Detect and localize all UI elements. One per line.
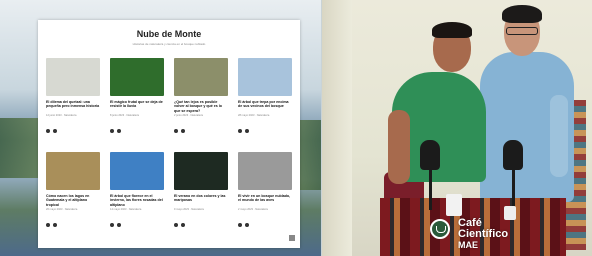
comment-icon[interactable] — [53, 223, 57, 227]
article-thumbnail[interactable] — [46, 152, 100, 190]
hosts-photo — [322, 0, 592, 256]
article-thumbnail[interactable] — [46, 58, 100, 96]
article-card[interactable]: Cómo nacen los lagos en Guatemala y el a… — [46, 152, 100, 227]
article-title[interactable]: El árbol que florece en el invierno, las… — [110, 194, 164, 207]
share-icon[interactable] — [174, 223, 178, 227]
share-icon[interactable] — [110, 223, 114, 227]
article-card[interactable]: El árbol que florece en el invierno, las… — [110, 152, 164, 227]
article-thumbnail[interactable] — [238, 58, 292, 96]
article-title[interactable]: El mágico frutal que se deja de resistir… — [110, 100, 164, 113]
article-card[interactable]: El vivir en un bosque nublado, el mundo … — [238, 152, 292, 227]
article-title[interactable]: ¿Qué tan lejos es posible volver al bosq… — [174, 100, 228, 113]
article-card[interactable]: ¿Qué tan lejos es posible volver al bosq… — [174, 58, 228, 133]
comment-icon[interactable] — [245, 223, 249, 227]
website-screenshot: Nube de Monte Historias de naturaleza y … — [38, 20, 300, 248]
coffee-cup-logo-icon — [430, 219, 450, 239]
article-thumbnail[interactable] — [174, 58, 228, 96]
article-thumbnail[interactable] — [110, 152, 164, 190]
share-icon[interactable] — [110, 129, 114, 133]
glasses — [506, 27, 538, 35]
microphone-left — [420, 140, 440, 170]
article-card[interactable]: El verano en dos colores y las mariposas… — [174, 152, 228, 227]
site-subtitle: Historias de naturaleza y ciencia en el … — [132, 42, 206, 46]
cup — [446, 194, 462, 216]
comment-icon[interactable] — [117, 223, 121, 227]
article-thumbnail[interactable] — [174, 152, 228, 190]
share-icon[interactable] — [238, 223, 242, 227]
microphone-right — [503, 140, 523, 170]
article-thumbnail[interactable] — [110, 58, 164, 96]
site-title: Nube de Monte — [136, 29, 202, 39]
article-card[interactable]: El dilema del quetzal: una pequeña pero … — [46, 58, 100, 133]
share-icon[interactable] — [46, 129, 50, 133]
comment-icon[interactable] — [245, 129, 249, 133]
comment-icon[interactable] — [117, 129, 121, 133]
article-meta: 2 junio 2023 · Naturaleza — [174, 114, 203, 117]
comment-icon[interactable] — [181, 223, 185, 227]
article-title[interactable]: El dilema del quetzal: una pequeña pero … — [46, 100, 100, 113]
share-icon[interactable] — [46, 223, 50, 227]
article-meta: 20 mayo 2023 · Naturaleza — [46, 208, 78, 211]
share-icon[interactable] — [174, 129, 178, 133]
article-meta: 2 mayo 2023 · Naturaleza — [238, 208, 268, 211]
article-title[interactable]: El vivir en un bosque nublado, el mundo … — [238, 194, 292, 207]
article-meta: 14 mayo 2023 · Naturaleza — [110, 208, 142, 211]
comment-icon[interactable] — [53, 129, 57, 133]
cafe-cientifico-logo: Café Científico MAE — [458, 217, 509, 251]
article-meta: 8 junio 2023 · Naturaleza — [110, 114, 139, 117]
article-title[interactable]: El verano en dos colores y las mariposas — [174, 194, 228, 207]
article-meta: 12 junio 2023 · Naturaleza — [46, 114, 77, 117]
article-title[interactable]: El árbol que trepa por encima de sus vec… — [238, 100, 292, 113]
article-meta: 9 mayo 2023 · Naturaleza — [174, 208, 204, 211]
article-meta: 28 mayo 2023 · Naturaleza — [238, 114, 270, 117]
article-thumbnail[interactable] — [238, 152, 292, 190]
share-icon[interactable] — [238, 129, 242, 133]
comment-icon[interactable] — [181, 129, 185, 133]
scroll-top-icon[interactable] — [289, 235, 295, 241]
article-card[interactable]: El mágico frutal que se deja de resistir… — [110, 58, 164, 133]
article-card[interactable]: El árbol que trepa por encima de sus vec… — [238, 58, 292, 133]
article-title[interactable]: Cómo nacen los lagos en Guatemala y el a… — [46, 194, 100, 207]
